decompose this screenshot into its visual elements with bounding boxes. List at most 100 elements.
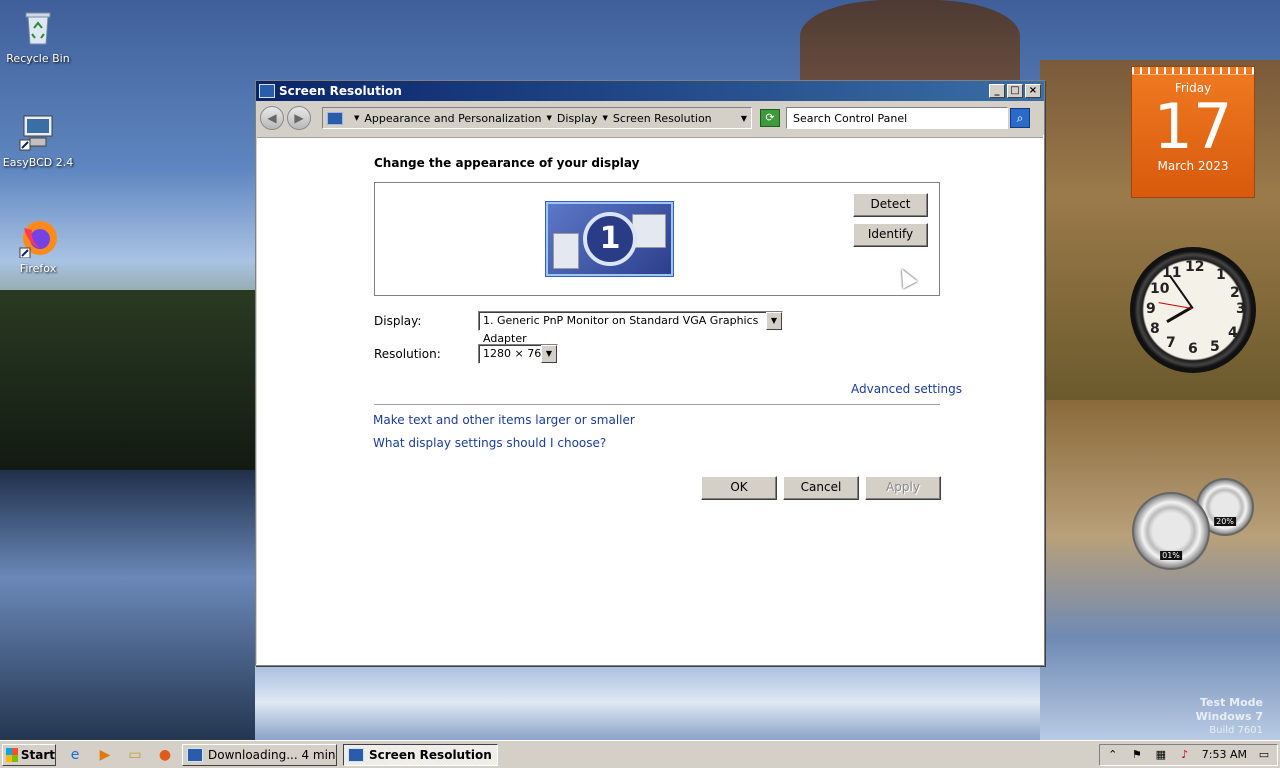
easybcd-icon (19, 115, 53, 151)
chevron-down-icon[interactable]: ▼ (547, 114, 552, 122)
breadcrumb-display[interactable]: Display (557, 112, 598, 125)
resolution-label: Resolution: (374, 347, 441, 361)
clock-number: 8 (1150, 321, 1160, 337)
wallpaper-forest (0, 290, 255, 470)
memory-value: 20% (1214, 517, 1236, 526)
start-button[interactable]: Start (2, 743, 56, 766)
taskbar-item-label: Screen Resolution (369, 747, 492, 762)
address-bar[interactable]: ▼ Appearance and Personalization ▼ Displ… (322, 107, 752, 129)
display-select[interactable]: 1. Generic PnP Monitor on Standard VGA G… (478, 311, 783, 345)
media-player-icon[interactable]: ▶ (94, 744, 116, 766)
search-icon[interactable]: ⌕ (1010, 108, 1030, 128)
search-input[interactable]: Search Control Panel (786, 107, 1008, 129)
address-toolbar: ◀ ▶ ▼ Appearance and Personalization ▼ D… (256, 101, 1044, 135)
display-label: Display: (374, 314, 422, 328)
chevron-down-icon[interactable]: ▼ (766, 312, 782, 330)
clock-number: 5 (1210, 339, 1220, 355)
action-center-flag-icon[interactable]: ⚑ (1130, 748, 1144, 762)
advanced-settings-link[interactable]: Advanced settings (851, 382, 962, 396)
calendar-date: 17 (1153, 90, 1233, 163)
window-thumbnail (632, 214, 666, 248)
chevron-down-icon[interactable]: ▼ (354, 114, 359, 122)
page-title: Change the appearance of your display (374, 156, 640, 170)
monitor-preview-panel: 1 Detect Identify (374, 182, 940, 296)
text-size-link[interactable]: Make text and other items larger or smal… (373, 413, 635, 427)
refresh-button[interactable]: ⟳ (760, 109, 780, 127)
control-panel-icon (259, 84, 275, 98)
screen-resolution-window: Screen Resolution _ □ × ◀ ▶ ▼ Appearance… (255, 80, 1045, 666)
clock-number: 7 (1166, 335, 1176, 351)
window-titlebar[interactable]: Screen Resolution _ □ × (256, 81, 1044, 101)
resolution-select-value: 1280 × 768 (483, 347, 549, 360)
explorer-icon[interactable]: ▭ (124, 744, 146, 766)
clock-number: 6 (1188, 341, 1198, 357)
search-placeholder: Search Control Panel (793, 111, 908, 125)
display-help-link[interactable]: What display settings should I choose? (373, 436, 606, 450)
watermark-line: Test Mode (1200, 696, 1263, 709)
volume-muted-icon[interactable]: ♪ (1178, 748, 1192, 762)
window-title: Screen Resolution (279, 84, 402, 98)
clock-number: 10 (1150, 281, 1170, 297)
wallpaper-lake-right (1040, 400, 1280, 740)
show-hidden-icons-icon[interactable]: ⌃ (1106, 748, 1120, 762)
clock-number: 9 (1146, 301, 1156, 317)
forward-button[interactable]: ▶ (287, 106, 311, 130)
clock-number: 4 (1228, 325, 1238, 341)
cpu-meter-gadget[interactable]: 01% (1132, 492, 1210, 570)
cancel-button[interactable]: Cancel (783, 476, 859, 500)
desktop-icon-label: EasyBCD 2.4 (2, 156, 74, 169)
ie-icon[interactable]: e (64, 744, 86, 766)
watermark-build: Build 7601 (1209, 725, 1263, 736)
breadcrumb-screen-resolution[interactable]: Screen Resolution (613, 112, 712, 125)
close-button[interactable]: × (1025, 84, 1041, 98)
desktop-icon-label: Firefox (19, 262, 57, 275)
clock-number: 1 (1216, 267, 1226, 283)
clock-number: 3 (1236, 301, 1246, 317)
show-desktop-icon[interactable]: ▭ (1257, 748, 1271, 762)
firefox-icon[interactable]: ● (154, 744, 176, 766)
wallpaper-mountain (800, 0, 1020, 90)
taskbar-item-screen-resolution[interactable]: Screen Resolution (343, 743, 498, 766)
watermark-line: Windows 7 (1195, 710, 1263, 723)
chevron-down-icon[interactable]: ▼ (541, 345, 557, 363)
test-mode-watermark: Test Mode Windows 7 Build 7601 (1196, 696, 1263, 738)
clock-gadget[interactable]: 12 1 2 3 4 5 6 7 8 9 10 11 (1130, 247, 1256, 373)
maximize-button[interactable]: □ (1007, 84, 1023, 98)
cpu-value: 01% (1160, 551, 1182, 560)
monitor-number: 1 (583, 212, 637, 266)
monitor-1-thumbnail[interactable]: 1 (546, 202, 673, 276)
chevron-down-icon[interactable]: ▼ (602, 114, 607, 122)
taskbar-item-download[interactable]: Downloading... 4 minute... (182, 743, 337, 766)
desktop-icon-recycle-bin[interactable]: Recycle Bin (0, 8, 76, 65)
address-dropdown-icon[interactable]: ▼ (741, 114, 747, 123)
breadcrumb-appearance[interactable]: Appearance and Personalization (364, 112, 541, 125)
windows-logo-icon (6, 747, 18, 762)
tray-clock[interactable]: 7:53 AM (1202, 748, 1247, 761)
detect-button[interactable]: Detect (853, 193, 928, 217)
system-tray: ⌃ ⚑ ▦ ♪ 7:53 AM ▭ (1098, 743, 1278, 766)
firefox-icon (19, 221, 57, 258)
clock-number: 2 (1230, 285, 1240, 301)
start-label: Start (20, 747, 55, 762)
resolution-select[interactable]: 1280 × 768 ▼ (478, 344, 558, 364)
control-panel-icon (348, 747, 364, 762)
desktop-icon-easybcd[interactable]: EasyBCD 2.4 (0, 112, 76, 169)
recycle-bin-icon (25, 12, 51, 45)
ok-button[interactable]: OK (701, 476, 777, 500)
clock-hour-hand (1166, 306, 1192, 323)
apply-button[interactable]: Apply (865, 476, 941, 500)
desktop-icon-firefox[interactable]: Firefox (0, 218, 76, 275)
minimize-button[interactable]: _ (989, 84, 1005, 98)
control-panel-icon (327, 111, 343, 125)
calendar-month: March 2023 (1157, 159, 1229, 173)
wallpaper-lake-bottom (255, 665, 1040, 740)
identify-button[interactable]: Identify (853, 223, 928, 247)
back-button[interactable]: ◀ (260, 106, 284, 130)
network-icon[interactable]: ▦ (1154, 748, 1168, 762)
content-pane: Change the appearance of your display 1 … (257, 137, 1043, 664)
clock-number: 12 (1185, 259, 1205, 275)
desktop-icon-label: Recycle Bin (6, 52, 70, 65)
taskbar: Start e ▶ ▭ ● Downloading... 4 minute...… (0, 740, 1280, 768)
display-select-value: 1. Generic PnP Monitor on Standard VGA G… (483, 314, 759, 345)
calendar-gadget[interactable]: Friday 17 March 2023 (1131, 66, 1255, 198)
